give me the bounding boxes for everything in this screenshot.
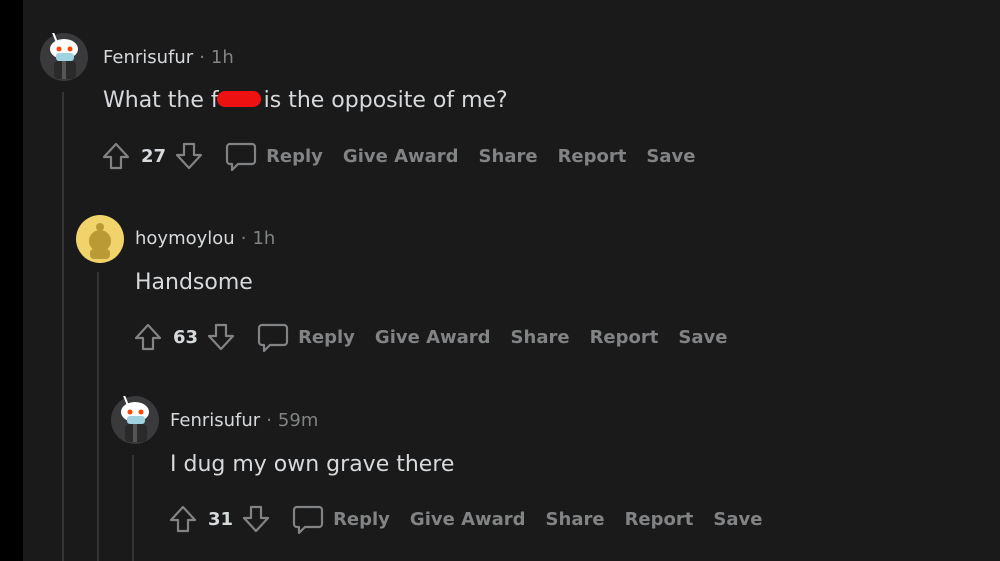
save-button[interactable]: Save	[713, 509, 762, 530]
comment-bubble-icon[interactable]	[291, 502, 325, 536]
avatar[interactable]	[111, 396, 159, 444]
comment-text: I dug my own grave there	[170, 452, 455, 477]
author-name[interactable]: Fenrisufur	[170, 410, 260, 431]
give-award-button[interactable]: Give Award	[410, 509, 526, 530]
vote-score: 31	[208, 508, 234, 530]
downvote-icon[interactable]	[241, 504, 271, 534]
meta-separator: ·	[266, 410, 272, 431]
upvote-icon[interactable]	[168, 504, 198, 534]
comment-actions: 31 Reply Give Award Share Report Save	[168, 501, 782, 537]
comment-3: Fenrisufur · 59m I dug my own grave there …	[0, 0, 1000, 561]
timestamp[interactable]: 59m	[278, 410, 318, 431]
comment-meta: Fenrisufur · 59m	[170, 409, 318, 433]
snoo-avatar-icon	[111, 396, 159, 444]
report-button[interactable]: Report	[625, 509, 694, 530]
reply-button[interactable]: Reply	[333, 509, 390, 530]
share-button[interactable]: Share	[546, 509, 605, 530]
